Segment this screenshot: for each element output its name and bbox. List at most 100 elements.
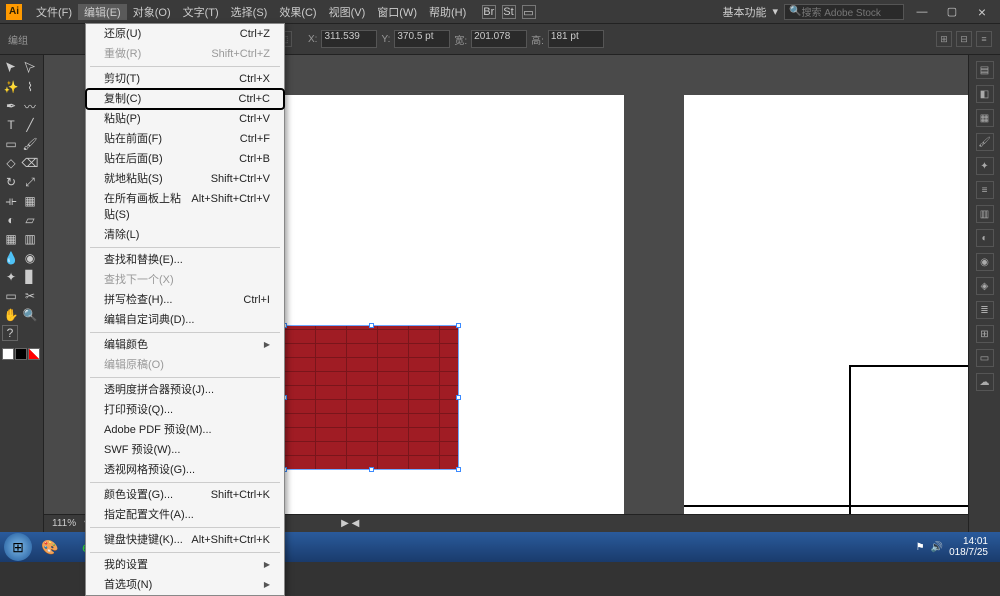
menu-item-24[interactable]: 透视网格预设(G)...: [86, 460, 284, 480]
panel-toggle-icon[interactable]: ⊞: [936, 31, 952, 47]
taskbar-paint-icon[interactable]: 🎨: [32, 534, 68, 560]
x-input[interactable]: 311.539: [321, 30, 377, 48]
graph-tool[interactable]: ▊: [21, 268, 39, 286]
menu-item-17[interactable]: 编辑颜色: [86, 335, 284, 355]
system-clock[interactable]: 14:01 018/7/25: [949, 536, 988, 558]
color-panel-icon[interactable]: ◧: [976, 85, 994, 103]
help-tool[interactable]: ?: [2, 325, 18, 341]
selection-handle[interactable]: [369, 323, 374, 328]
shape-builder-tool[interactable]: ◐: [2, 211, 20, 229]
search-input[interactable]: 🔍 搜索 Adobe Stock: [784, 4, 904, 20]
selection-handle[interactable]: [456, 467, 461, 472]
type-tool[interactable]: T: [2, 116, 20, 134]
selection-handle[interactable]: [369, 467, 374, 472]
symbols-panel-icon[interactable]: ✦: [976, 157, 994, 175]
pen-tool[interactable]: ✒: [2, 97, 20, 115]
brushes-panel-icon[interactable]: 🖌: [976, 133, 994, 151]
artboards-panel-icon[interactable]: ▭: [976, 349, 994, 367]
menu-item-10[interactable]: 清除(L): [86, 225, 284, 245]
graphic-styles-panel-icon[interactable]: ◈: [976, 277, 994, 295]
gradient-panel-icon[interactable]: ▥: [976, 205, 994, 223]
menu-item-23[interactable]: SWF 预设(W)...: [86, 440, 284, 460]
asset-panel-icon[interactable]: ⊞: [976, 325, 994, 343]
none-swatch[interactable]: [28, 348, 40, 360]
menu-item-15[interactable]: 编辑自定词典(D)...: [86, 310, 284, 330]
selected-brick-pattern-rect[interactable]: [284, 325, 459, 470]
paintbrush-tool[interactable]: 🖌: [21, 135, 39, 153]
fill-swatch[interactable]: [2, 348, 14, 360]
workspace-switcher[interactable]: 基本功能: [722, 4, 766, 20]
artboard-tool[interactable]: ▭: [2, 287, 20, 305]
free-transform-tool[interactable]: ▦: [21, 192, 39, 210]
selection-handle[interactable]: [456, 395, 461, 400]
menu-edit[interactable]: 编辑(E): [78, 4, 127, 20]
properties-panel-icon[interactable]: ▤: [976, 61, 994, 79]
bridge-icon[interactable]: Br: [482, 5, 496, 19]
menu-view[interactable]: 视图(V): [323, 4, 372, 20]
perspective-tool[interactable]: ▱: [21, 211, 39, 229]
menu-item-8[interactable]: 就地粘贴(S)Shift+Ctrl+V: [86, 169, 284, 189]
menu-item-21[interactable]: 打印预设(Q)...: [86, 400, 284, 420]
libraries-panel-icon[interactable]: ☁: [976, 373, 994, 391]
panel-toggle-icon-3[interactable]: ≡: [976, 31, 992, 47]
lasso-tool[interactable]: ⌇: [21, 78, 39, 96]
menu-item-26[interactable]: 颜色设置(G)...Shift+Ctrl+K: [86, 485, 284, 505]
menu-item-32[interactable]: 首选项(N): [86, 575, 284, 595]
selection-handle[interactable]: [456, 323, 461, 328]
menu-item-29[interactable]: 键盘快捷键(K)...Alt+Shift+Ctrl+K: [86, 530, 284, 550]
menu-item-9[interactable]: 在所有画板上粘贴(S)Alt+Shift+Ctrl+V: [86, 189, 284, 225]
scale-tool[interactable]: ⤢: [21, 173, 39, 191]
curvature-tool[interactable]: 〰: [21, 97, 39, 115]
stroke-panel-icon[interactable]: ≡: [976, 181, 994, 199]
menu-item-14[interactable]: 拼写检查(H)...Ctrl+I: [86, 290, 284, 310]
selection-tool[interactable]: [2, 59, 20, 77]
gradient-tool[interactable]: ▥: [21, 230, 39, 248]
swatches-panel-icon[interactable]: ▦: [976, 109, 994, 127]
menu-file[interactable]: 文件(F): [30, 4, 78, 20]
zoom-level[interactable]: 111%: [52, 518, 76, 529]
h-input[interactable]: 181 pt: [548, 30, 604, 48]
layers-panel-icon[interactable]: ≣: [976, 301, 994, 319]
menu-item-0[interactable]: 还原(U)Ctrl+Z: [86, 24, 284, 44]
zoom-tool[interactable]: 🔍: [21, 306, 39, 324]
arrange-icon[interactable]: ▭: [522, 5, 536, 19]
symbol-sprayer-tool[interactable]: ✦: [2, 268, 20, 286]
menu-item-6[interactable]: 贴在前面(F)Ctrl+F: [86, 129, 284, 149]
tray-flag-icon[interactable]: ⚑: [916, 542, 925, 553]
eyedropper-tool[interactable]: 💧: [2, 249, 20, 267]
magic-wand-tool[interactable]: ✨: [2, 78, 20, 96]
menu-window[interactable]: 窗口(W): [371, 4, 423, 20]
blend-tool[interactable]: ◉: [21, 249, 39, 267]
menu-effect[interactable]: 效果(C): [273, 4, 322, 20]
minimize-button[interactable]: —: [910, 4, 934, 20]
hand-tool[interactable]: ✋: [2, 306, 20, 324]
menu-item-20[interactable]: 透明度拼合器预设(J)...: [86, 380, 284, 400]
eraser-tool[interactable]: ⌫: [21, 154, 39, 172]
menu-help[interactable]: 帮助(H): [423, 4, 472, 20]
y-input[interactable]: 370.5 pt: [394, 30, 450, 48]
width-tool[interactable]: ⟛: [2, 192, 20, 210]
maximize-button[interactable]: ▢: [940, 4, 964, 20]
shaper-tool[interactable]: ◇: [2, 154, 20, 172]
start-button[interactable]: ⊞: [4, 533, 32, 561]
w-input[interactable]: 201.078: [471, 30, 527, 48]
menu-item-27[interactable]: 指定配置文件(A)...: [86, 505, 284, 525]
rotate-tool[interactable]: ↻: [2, 173, 20, 191]
menu-item-3[interactable]: 剪切(T)Ctrl+X: [86, 69, 284, 89]
menu-type[interactable]: 文字(T): [177, 4, 225, 20]
panel-toggle-icon-2[interactable]: ⊟: [956, 31, 972, 47]
nav-arrows-icon[interactable]: ▶ ◀: [341, 518, 359, 529]
menu-item-7[interactable]: 贴在后面(B)Ctrl+B: [86, 149, 284, 169]
menu-item-12[interactable]: 查找和替换(E)...: [86, 250, 284, 270]
menu-item-22[interactable]: Adobe PDF 预设(M)...: [86, 420, 284, 440]
menu-select[interactable]: 选择(S): [225, 4, 274, 20]
stock-icon[interactable]: St: [502, 5, 516, 19]
color-swatches[interactable]: [2, 348, 41, 360]
menu-item-31[interactable]: 我的设置: [86, 555, 284, 575]
stroke-swatch[interactable]: [15, 348, 27, 360]
direct-selection-tool[interactable]: [21, 59, 39, 77]
mesh-tool[interactable]: ▦: [2, 230, 20, 248]
appearance-panel-icon[interactable]: ◉: [976, 253, 994, 271]
line-tool[interactable]: ╱: [21, 116, 39, 134]
close-button[interactable]: ×: [970, 4, 994, 20]
